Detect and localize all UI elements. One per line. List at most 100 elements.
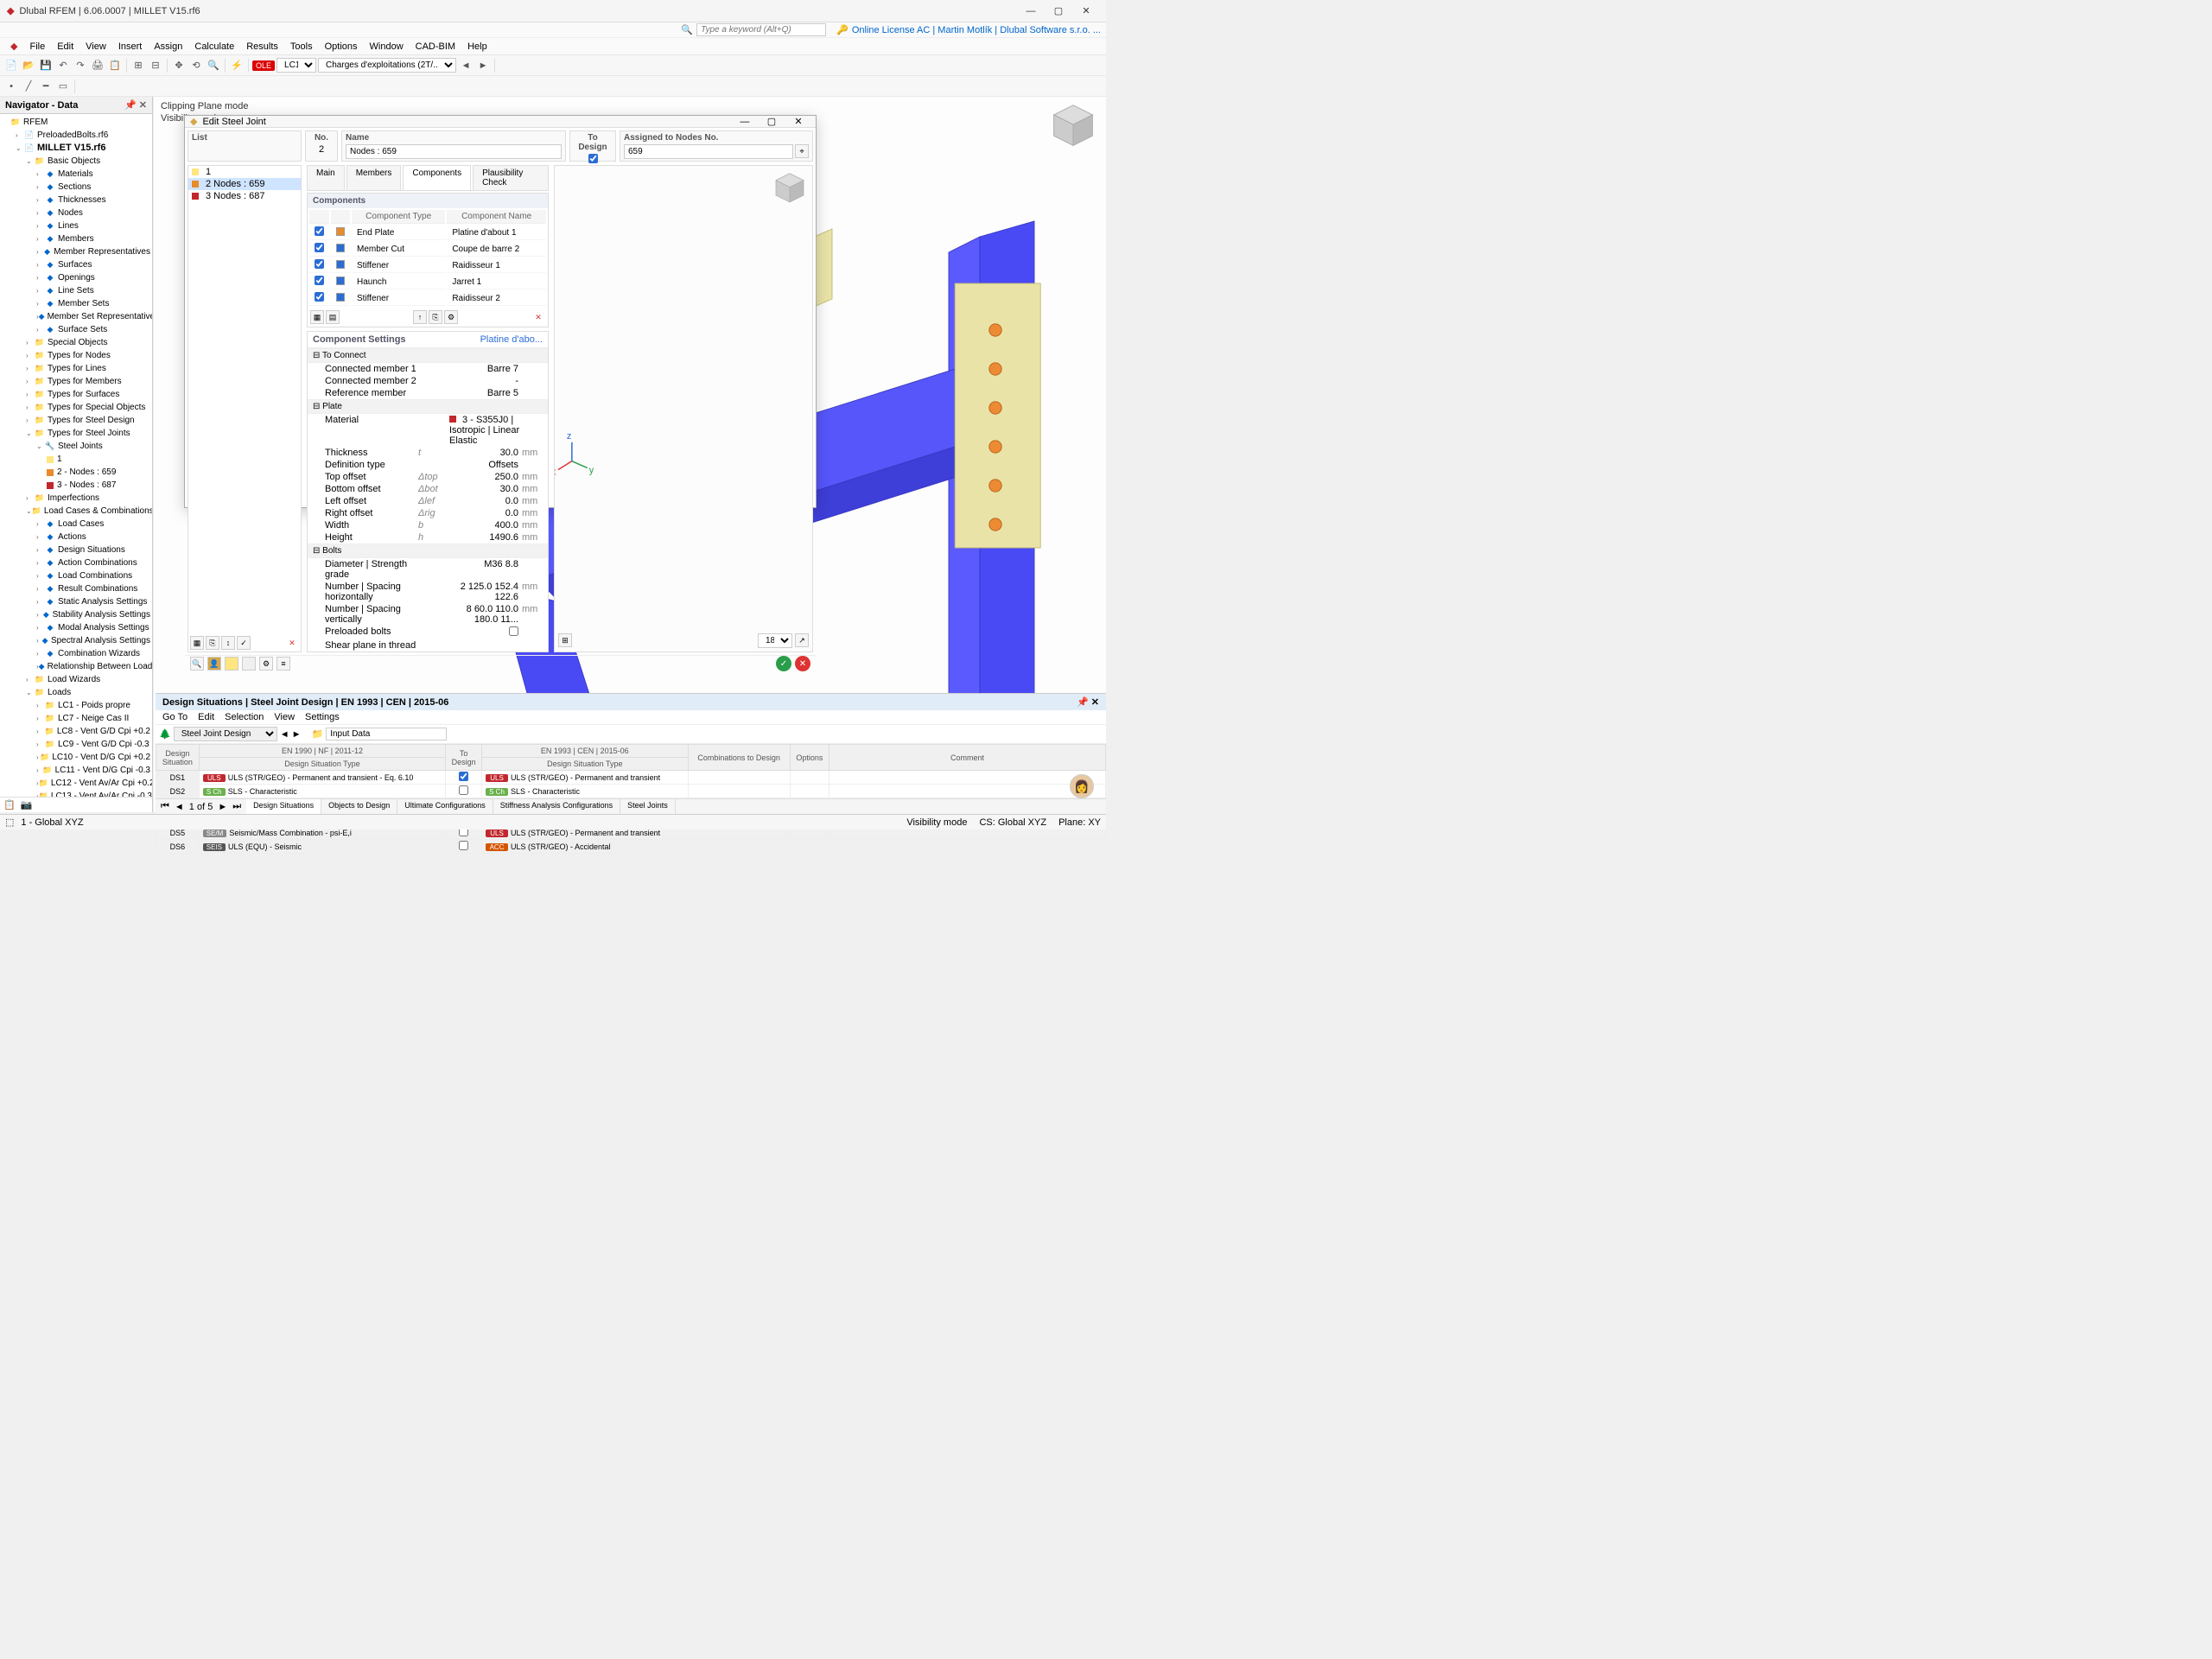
prop-row[interactable]: Widthb400.0mm xyxy=(308,519,548,531)
keyword-search-input[interactable] xyxy=(696,23,826,36)
nav-tab-data-icon[interactable]: 📋 xyxy=(3,799,16,810)
tab-members[interactable]: Members xyxy=(346,165,402,190)
component-row[interactable]: StiffenerRaidisseur 2 xyxy=(309,291,546,306)
tree-item[interactable]: ›📁Load Wizards xyxy=(0,673,152,686)
dlg-opt-icon[interactable]: ⚙ xyxy=(259,657,273,671)
component-checkbox[interactable] xyxy=(315,226,324,236)
component-row[interactable]: Member CutCoupe de barre 2 xyxy=(309,242,546,257)
bp-nav-last-icon[interactable]: ⏭ xyxy=(232,801,241,812)
prop-checkbox[interactable] xyxy=(509,626,518,636)
tree-item[interactable]: ⌄📁Types for Steel Joints xyxy=(0,427,152,440)
component-checkbox[interactable] xyxy=(315,276,324,285)
prop-row[interactable]: Definition typeOffsets xyxy=(308,459,548,471)
calc-icon[interactable]: ⚡ xyxy=(229,58,245,73)
bp-menu-goto[interactable]: Go To xyxy=(162,712,188,722)
dialog-close-icon[interactable]: ✕ xyxy=(786,116,810,127)
bp-pin-icon[interactable]: 📌 xyxy=(1077,697,1089,708)
dlg-body-icon[interactable]: 👤 xyxy=(207,657,221,671)
prop-row[interactable]: Connected member 2- xyxy=(308,375,548,387)
prop-group[interactable]: ⊟ To Connect xyxy=(308,348,548,363)
tree-item[interactable]: ›◆Load Cases xyxy=(0,518,152,531)
ds-row[interactable]: DS2S ChSLS - CharacteristicS ChSLS - Cha… xyxy=(156,785,1106,798)
tree-item[interactable]: ›📁LC9 - Vent G/D Cpi -0.3 xyxy=(0,738,152,751)
redo-icon[interactable]: ↷ xyxy=(73,58,88,73)
list-new-icon[interactable]: ▦ xyxy=(190,636,204,650)
tree-item[interactable]: ›◆Thicknesses xyxy=(0,194,152,207)
maximize-button[interactable]: ▢ xyxy=(1046,2,1071,21)
dlg-color1[interactable] xyxy=(225,657,238,671)
tree-item[interactable]: ›◆Surface Sets xyxy=(0,323,152,336)
ds-row[interactable]: DS1ULSULS (STR/GEO) - Permanent and tran… xyxy=(156,771,1106,785)
menu-assign[interactable]: Assign xyxy=(149,40,188,54)
bp-tab-ds[interactable]: Design Situations xyxy=(246,799,321,814)
tree-item[interactable]: ⌄📁Loads xyxy=(0,686,152,699)
copy-icon[interactable]: 📋 xyxy=(107,58,123,73)
assigned-nodes-input[interactable] xyxy=(624,144,793,159)
tab-main[interactable]: Main xyxy=(307,165,345,190)
component-checkbox[interactable] xyxy=(315,259,324,269)
list-delete-icon[interactable]: ✕ xyxy=(285,636,299,650)
tree-item[interactable]: ›◆Combination Wizards xyxy=(0,647,152,660)
tree-item[interactable]: ›📁Types for Members xyxy=(0,375,152,388)
prev-lc-icon[interactable]: ◄ xyxy=(458,58,474,73)
ds-to-design-checkbox[interactable] xyxy=(459,785,468,795)
menu-calculate[interactable]: Calculate xyxy=(189,40,239,54)
tree-item[interactable]: ›📁Types for Lines xyxy=(0,362,152,375)
menu-insert[interactable]: Insert xyxy=(113,40,148,54)
comp-settings-icon[interactable]: ⚙ xyxy=(444,310,458,324)
tree-item[interactable]: ›◆Materials xyxy=(0,168,152,181)
bp-prev-icon[interactable]: ◄ xyxy=(280,729,289,740)
tree-item[interactable]: ›📁Types for Steel Design xyxy=(0,414,152,427)
joint-list-row[interactable]: 3 Nodes : 687 xyxy=(188,190,301,202)
components-table[interactable]: Component Type Component Name End PlateP… xyxy=(308,208,548,308)
tree-item[interactable]: ›◆Load Combinations xyxy=(0,569,152,582)
menu-edit[interactable]: Edit xyxy=(52,40,79,54)
dialog-maximize-icon[interactable]: ▢ xyxy=(760,116,784,127)
comp-up-icon[interactable]: ↑ xyxy=(413,310,427,324)
surface-tool-icon[interactable]: ▭ xyxy=(55,79,71,94)
tree-item[interactable]: ›◆Actions xyxy=(0,531,152,543)
nav-tab-camera-icon[interactable]: 📷 xyxy=(21,799,33,810)
prop-row[interactable]: Left offsetΔlef0.0mm xyxy=(308,495,548,507)
component-row[interactable]: StiffenerRaidisseur 1 xyxy=(309,258,546,273)
component-row[interactable]: HaunchJarret 1 xyxy=(309,275,546,289)
tree-item[interactable]: ›📁LC11 - Vent D/G Cpi -0.3 xyxy=(0,764,152,777)
tree-item[interactable]: ›📁Types for Nodes xyxy=(0,349,152,362)
bp-nav-next-icon[interactable]: ► xyxy=(218,802,227,812)
license-link[interactable]: Online License AC | Martin Motlík | Dlub… xyxy=(852,25,1101,35)
prop-row[interactable]: Shear plane in thread xyxy=(308,639,548,652)
comp-lib-icon[interactable]: ▤ xyxy=(326,310,340,324)
tab-components[interactable]: Components xyxy=(403,165,471,190)
prop-row[interactable]: Reference memberBarre 5 xyxy=(308,387,548,399)
cs-indicator-icon[interactable]: ⬚ xyxy=(5,817,14,828)
tree-item[interactable]: 3 - Nodes : 687 xyxy=(0,479,152,492)
tree-item[interactable]: ›◆Result Combinations xyxy=(0,582,152,595)
menu-tools[interactable]: Tools xyxy=(285,40,318,54)
tree-item[interactable]: ›◆Modal Analysis Settings xyxy=(0,621,152,634)
grid2-icon[interactable]: ⊟ xyxy=(148,58,163,73)
joint-list-row[interactable]: 2 Nodes : 659 xyxy=(188,178,301,190)
next-lc-icon[interactable]: ► xyxy=(475,58,491,73)
view-cube[interactable] xyxy=(1049,102,1097,150)
tree-item[interactable]: ›◆Openings xyxy=(0,271,152,284)
grid-icon[interactable]: ⊞ xyxy=(130,58,146,73)
comp-copy-icon[interactable]: ⎘ xyxy=(429,310,442,324)
ds-row[interactable]: DS6SEISULS (EQU) - SeismicACCULS (STR/GE… xyxy=(156,840,1106,854)
menu-help[interactable]: Help xyxy=(462,40,493,54)
tree-item[interactable]: ›📁LC13 - Vent Av/Ar Cpi -0.3 xyxy=(0,790,152,797)
tree-item[interactable]: ›◆Member Representatives xyxy=(0,245,152,258)
component-checkbox[interactable] xyxy=(315,243,324,252)
rotate-icon[interactable]: ⟲ xyxy=(188,58,204,73)
bp-tab-sac[interactable]: Stiffness Analysis Configurations xyxy=(493,799,620,814)
tab-plausibility[interactable]: Plausibility Check xyxy=(473,165,549,190)
tree-item[interactable]: ⌄📁Basic Objects xyxy=(0,155,152,168)
prop-row[interactable]: Number | Spacing horizontally2 125.0 152… xyxy=(308,581,548,603)
tree-item[interactable]: ›📁Imperfections xyxy=(0,492,152,505)
tree-item[interactable]: ⌄🔧Steel Joints xyxy=(0,440,152,453)
load-case-combo[interactable]: LC16 xyxy=(276,58,316,73)
component-row[interactable]: End PlatePlatine d'about 1 xyxy=(309,226,546,240)
list-sort-icon[interactable]: ↕ xyxy=(221,636,235,650)
tree-item[interactable]: ›◆Action Combinations xyxy=(0,556,152,569)
tree-item[interactable]: ›◆Lines xyxy=(0,219,152,232)
prop-group[interactable]: ⊟ Plate xyxy=(308,399,548,414)
